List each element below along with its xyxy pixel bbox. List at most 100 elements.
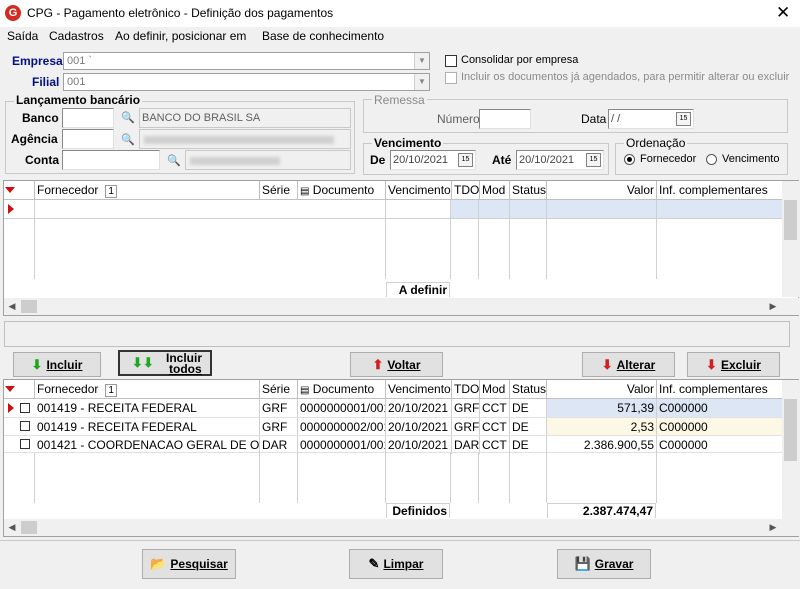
save-icon: 💾 bbox=[574, 556, 591, 571]
radio-vencimento[interactable] bbox=[706, 154, 717, 165]
header-documento[interactable]: ▤ Documento bbox=[298, 380, 386, 399]
col-divider bbox=[450, 200, 451, 279]
header-fornecedor-label: Fornecedor bbox=[37, 183, 99, 197]
ate-input[interactable]: 20/10/2021 15 bbox=[516, 150, 604, 170]
binoculars-icon[interactable]: 🔍 bbox=[118, 108, 138, 128]
ordenacao-title: Ordenação bbox=[624, 136, 688, 150]
scroll-left-icon[interactable]: ◀ bbox=[4, 298, 20, 314]
calendar-icon[interactable]: 15 bbox=[458, 153, 473, 167]
binoculars-icon[interactable]: 🔍 bbox=[118, 130, 138, 150]
numero-input[interactable] bbox=[479, 109, 531, 129]
calendar-icon[interactable]: 15 bbox=[586, 153, 601, 167]
col-divider bbox=[656, 200, 657, 279]
header-documento-label: Documento bbox=[312, 382, 375, 396]
header-serie[interactable]: Série bbox=[260, 380, 298, 399]
empresa-value: 001 ` bbox=[67, 55, 93, 67]
incluir-button[interactable]: ⬇ Incluir bbox=[13, 352, 101, 377]
header-inf[interactable]: Inf. complementares bbox=[657, 380, 784, 399]
empresa-select[interactable]: 001 ` ▼ bbox=[63, 52, 430, 70]
cell-mod: CCT bbox=[480, 399, 510, 417]
header-documento[interactable]: ▤ Documento bbox=[298, 181, 386, 200]
de-input[interactable]: 20/10/2021 15 bbox=[390, 150, 476, 170]
incluir-todos-label-2: todos bbox=[169, 362, 202, 376]
app-logo-icon: G bbox=[5, 5, 21, 21]
cell-valor: 571,39 bbox=[547, 399, 657, 417]
menu-saida[interactable]: Saída bbox=[7, 29, 38, 43]
row-checkbox[interactable] bbox=[20, 403, 30, 413]
pending-grid[interactable]: Fornecedor 1 Série ▤ Documento Vencimento… bbox=[3, 180, 800, 316]
calendar-icon[interactable]: 15 bbox=[676, 112, 691, 126]
scroll-right-icon[interactable]: ▶ bbox=[765, 298, 781, 314]
header-serie[interactable]: Série bbox=[260, 181, 298, 200]
incluir-agendados-checkbox[interactable] bbox=[445, 72, 457, 84]
cell-documento: 0000000001/001 bbox=[300, 436, 386, 454]
header-documento-label: Documento bbox=[312, 183, 375, 197]
header-corner bbox=[4, 181, 35, 200]
gravar-button[interactable]: 💾 Gravar bbox=[557, 549, 651, 579]
de-label: De bbox=[370, 153, 386, 167]
chevron-down-icon[interactable]: ▼ bbox=[414, 53, 429, 69]
excluir-button[interactable]: ⬇ Excluir bbox=[687, 352, 780, 377]
header-tdo[interactable]: TDO bbox=[452, 380, 480, 399]
header-fornecedor[interactable]: Fornecedor 1 bbox=[35, 181, 260, 200]
ate-value: 20/10/2021 bbox=[519, 154, 575, 166]
header-mod[interactable]: Mod bbox=[480, 380, 510, 399]
header-vencimento[interactable]: Vencimento bbox=[386, 181, 452, 200]
sort-badge: 1 bbox=[105, 185, 117, 198]
menu-cadastros[interactable]: Cadastros bbox=[49, 29, 104, 43]
header-valor[interactable]: Valor bbox=[547, 380, 657, 399]
voltar-button[interactable]: ⬆ Voltar bbox=[350, 352, 443, 377]
pesquisar-button[interactable]: 📂 Pesquisar bbox=[142, 549, 236, 579]
numero-label: Número bbox=[437, 112, 480, 126]
table-row[interactable]: 001421 - COORDENACAO GERAL DE ORC... DAR… bbox=[4, 435, 782, 454]
filial-select[interactable]: 001 ▼ bbox=[63, 73, 430, 91]
header-tdo[interactable]: TDO bbox=[452, 181, 480, 200]
excluir-label: Excluir bbox=[720, 358, 761, 372]
menu-base-conhecimento[interactable]: Base de conhecimento bbox=[262, 29, 384, 43]
row-checkbox[interactable] bbox=[20, 439, 30, 449]
vertical-scrollbar[interactable] bbox=[782, 181, 799, 297]
header-valor[interactable]: Valor bbox=[547, 181, 657, 200]
header-status[interactable]: Status bbox=[510, 380, 547, 399]
table-row[interactable]: 001419 - RECEITA FEDERAL GRF 0000000002/… bbox=[4, 417, 782, 436]
alterar-button[interactable]: ⬇ Alterar bbox=[582, 352, 675, 377]
definidos-label: Definidos bbox=[386, 503, 450, 518]
scroll-right-icon[interactable]: ▶ bbox=[765, 519, 781, 535]
col-divider bbox=[656, 453, 657, 503]
banco-input[interactable] bbox=[62, 108, 114, 128]
vertical-scrollbar[interactable] bbox=[782, 380, 799, 519]
scrollbar-thumb[interactable] bbox=[21, 300, 37, 313]
header-status[interactable]: Status bbox=[510, 181, 547, 200]
conta-input[interactable] bbox=[62, 150, 160, 170]
header-fornecedor[interactable]: Fornecedor 1 bbox=[35, 380, 260, 399]
vencimento-title: Vencimento bbox=[372, 136, 444, 150]
alterar-label: Alterar bbox=[616, 358, 656, 372]
gravar-label: Gravar bbox=[594, 557, 634, 571]
scrollbar-thumb[interactable] bbox=[784, 200, 797, 240]
agencia-input[interactable] bbox=[62, 129, 114, 149]
header-vencimento[interactable]: Vencimento bbox=[386, 380, 452, 399]
scroll-left-icon[interactable]: ◀ bbox=[4, 519, 20, 535]
header-inf[interactable]: Inf. complementares bbox=[657, 181, 784, 200]
horizontal-scrollbar[interactable]: ◀ ▶ bbox=[4, 298, 800, 315]
close-icon[interactable]: ✕ bbox=[776, 3, 790, 23]
data-input[interactable]: / / 15 bbox=[608, 109, 694, 129]
menu-ao-definir[interactable]: Ao definir, posicionar em bbox=[115, 29, 246, 43]
cell-documento: 0000000001/001 bbox=[300, 399, 386, 417]
table-row[interactable]: 001419 - RECEITA FEDERAL GRF 0000000001/… bbox=[4, 399, 782, 417]
header-mod[interactable]: Mod bbox=[480, 181, 510, 200]
scrollbar-thumb[interactable] bbox=[21, 521, 37, 534]
selected-row[interactable] bbox=[450, 200, 784, 218]
row-checkbox[interactable] bbox=[20, 421, 30, 431]
consolidar-checkbox[interactable] bbox=[445, 55, 457, 67]
scrollbar-thumb[interactable] bbox=[784, 399, 797, 461]
redacted-text bbox=[144, 136, 334, 144]
cell-valor: 2,53 bbox=[547, 418, 657, 436]
horizontal-scrollbar[interactable]: ◀ ▶ bbox=[4, 519, 800, 536]
chevron-down-icon[interactable]: ▼ bbox=[414, 74, 429, 90]
radio-fornecedor[interactable] bbox=[624, 154, 635, 165]
incluir-todos-button[interactable]: ⬇⬇ Incluir todos bbox=[118, 350, 212, 376]
limpar-button[interactable]: ✎ Limpar bbox=[349, 549, 443, 579]
binoculars-icon[interactable]: 🔍 bbox=[164, 151, 184, 171]
defined-grid[interactable]: Fornecedor 1 Série ▤ Documento Vencimento… bbox=[3, 379, 800, 537]
